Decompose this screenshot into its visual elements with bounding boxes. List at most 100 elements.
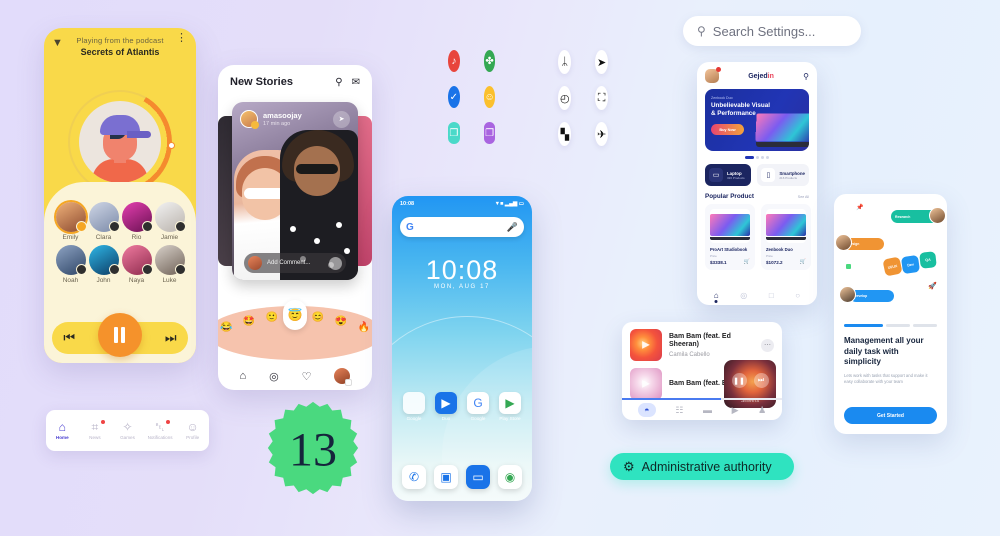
progress-bar[interactable]	[622, 398, 782, 400]
participant-john[interactable]: John	[87, 245, 120, 284]
gear-icon: ⚙	[623, 458, 635, 474]
send-icon[interactable]: ➤	[333, 110, 350, 128]
nav-item-home[interactable]: ⌂ Home	[47, 421, 77, 441]
chip-develop: Develop	[839, 286, 894, 303]
app-google[interactable]: Google	[398, 392, 430, 421]
participant-luke[interactable]: Luke	[153, 245, 186, 284]
more-horizontal-icon[interactable]: ⋯	[761, 338, 774, 352]
music-tab-video-icon[interactable]: ▶	[732, 405, 739, 416]
cart-icon[interactable]: 🛒	[800, 259, 806, 265]
skip-next-icon[interactable]: ⏭	[165, 330, 177, 346]
avatar-icon[interactable]	[334, 368, 353, 386]
reaction-emoji[interactable]: 🔥	[358, 322, 370, 333]
podcast-progress-ring	[68, 90, 175, 194]
participant-clara[interactable]: Clara	[87, 202, 120, 241]
product-card[interactable]: ProArt Studiobook Price $3338.1 🛒	[705, 204, 755, 270]
reaction-emoji[interactable]: 🙂	[266, 312, 278, 323]
shop-tab-bag-icon[interactable]: □	[769, 291, 774, 300]
search-icon[interactable]: ⚲	[803, 72, 809, 81]
shop-tab-chat-icon[interactable]: ○	[795, 291, 800, 300]
music-tab-apps-grid-icon[interactable]: ☷	[675, 405, 683, 416]
participant-jamie[interactable]: Jamie	[153, 202, 186, 241]
shop-tab-home-icon[interactable]: ⌂	[714, 291, 719, 300]
album-art[interactable]: ▶	[630, 329, 662, 361]
nav-item-notifications[interactable]: ␇ Notifications	[145, 420, 175, 440]
product-card[interactable]: Zenbook Duo Price $1072.2 🛒	[761, 204, 811, 270]
reaction-emoji[interactable]: 😍	[335, 316, 347, 327]
category-laptop[interactable]: ▭ Laptop 320 Products	[705, 164, 752, 186]
music-tab-cast-icon[interactable]: ▬	[703, 405, 712, 415]
music-tab-person-icon[interactable]: ♟	[758, 405, 766, 416]
timer-icon[interactable]: ◴	[558, 86, 572, 110]
mail-icon[interactable]: ✉	[352, 77, 360, 88]
app-duo[interactable]: ▶ Duo	[430, 392, 462, 421]
progress-step[interactable]	[912, 324, 938, 327]
music-track-row[interactable]: ▶ Bam Bam (feat. Ed Sheeran) Camila Cabell…	[622, 322, 782, 361]
progress-step[interactable]	[844, 324, 883, 327]
dock-phone-icon[interactable]: ✆	[402, 465, 426, 489]
google-search-bar[interactable]: G 🎤	[400, 217, 524, 237]
user-avatar-icon[interactable]	[705, 67, 721, 83]
location-arrow-icon[interactable]: ➤	[595, 50, 608, 74]
pause-button[interactable]	[97, 313, 142, 357]
participant-noah[interactable]: Noah	[54, 245, 87, 284]
cart-icon[interactable]: 🛒	[744, 259, 750, 265]
album-art[interactable]: ▶	[630, 368, 662, 400]
hero-banner[interactable]: Zenbook Duo Unbelievable Visual & Perfor…	[705, 89, 809, 151]
music-note-icon[interactable]: ♪	[448, 50, 460, 72]
nav-item-games[interactable]: ✧ Games	[112, 421, 142, 441]
dock-contacts-icon[interactable]: ▣	[434, 465, 458, 489]
reaction-emoji[interactable]: 😊	[312, 312, 324, 323]
app-google[interactable]: G Google	[462, 392, 494, 421]
fitness-icon[interactable]: ✤	[483, 50, 496, 72]
participant-rio[interactable]: Rio	[120, 202, 153, 241]
smiley-icon[interactable]: ☺	[483, 86, 496, 108]
airplane-mode-icon[interactable]: ✈	[595, 122, 608, 146]
bluetooth-icon[interactable]: ᛦ	[558, 50, 572, 74]
send-button[interactable]	[329, 256, 342, 270]
buy-now-button[interactable]: Buy Now	[711, 124, 744, 135]
reaction-emoji[interactable]: 🤩	[243, 316, 255, 327]
search-settings-bar[interactable]: ⚲ Search Settings...	[683, 16, 861, 46]
participant-emily[interactable]: Emily	[54, 202, 87, 241]
crop-icon[interactable]: ⛶	[595, 86, 608, 110]
skip-next-icon[interactable]: ⏭	[753, 373, 769, 388]
explore-compass-icon[interactable]: ◎	[269, 370, 279, 383]
screenshot-icon[interactable]: ❐	[448, 122, 460, 144]
chevron-down-icon[interactable]: ▼	[52, 37, 63, 49]
dock-messages-icon[interactable]: ▭	[466, 465, 490, 489]
story-active[interactable]: amasoojay 17 min ago ➤ Add Comment...	[232, 102, 358, 280]
microphone-icon[interactable]: 🎤	[507, 222, 518, 233]
skip-previous-icon[interactable]: ⏮	[63, 330, 75, 346]
more-vertical-icon[interactable]: ⋮	[176, 33, 187, 44]
search-icon[interactable]: ⚲	[335, 77, 342, 88]
music-tab-library-icon[interactable]: ◓	[637, 403, 656, 417]
participant-naya[interactable]: Naya	[120, 245, 153, 284]
progress-knob[interactable]	[168, 142, 175, 149]
nav-item-news[interactable]: ⌗ News	[80, 420, 110, 440]
progress-step[interactable]	[885, 324, 910, 327]
pause-icon[interactable]: ❚❚	[731, 373, 747, 388]
reaction-selected[interactable]: 😇	[283, 300, 307, 330]
heart-icon[interactable]: ♡	[302, 370, 312, 383]
check-circle-icon[interactable]: ✓	[448, 86, 460, 108]
see-all-link[interactable]: See All	[798, 195, 809, 199]
gallery-icon[interactable]: ❐	[483, 122, 496, 144]
play-icon[interactable]: ▶	[642, 340, 650, 351]
dock-chrome-icon[interactable]: ◉	[498, 465, 522, 489]
home-icon[interactable]: ⌂	[239, 370, 246, 382]
music-player-widget: ▶ Bam Bam (feat. Ed Sheeran) Camila Cabell…	[622, 322, 782, 420]
comment-input[interactable]: Add Comment...	[244, 253, 346, 273]
administrative-authority-pill[interactable]: ⚙ Administrative authority	[610, 453, 794, 480]
shop-tab-explore-icon[interactable]: ◎	[740, 291, 747, 300]
carousel-dots[interactable]	[697, 156, 817, 159]
search-input[interactable]: Search Settings...	[713, 24, 816, 39]
nav-item-profile[interactable]: ☺ Profile	[178, 421, 208, 441]
app-play-store[interactable]: ▶ Play Store	[494, 392, 526, 421]
reaction-emoji[interactable]: 😂	[220, 322, 232, 333]
play-icon[interactable]: ▶	[642, 379, 650, 390]
get-started-button[interactable]: Get Started	[844, 407, 937, 424]
category-smartphone[interactable]: ▯ Smartphone 216 Products	[757, 164, 809, 186]
onboarding-progress[interactable]	[844, 324, 938, 327]
flashlight-icon[interactable]: ▚	[558, 122, 572, 146]
